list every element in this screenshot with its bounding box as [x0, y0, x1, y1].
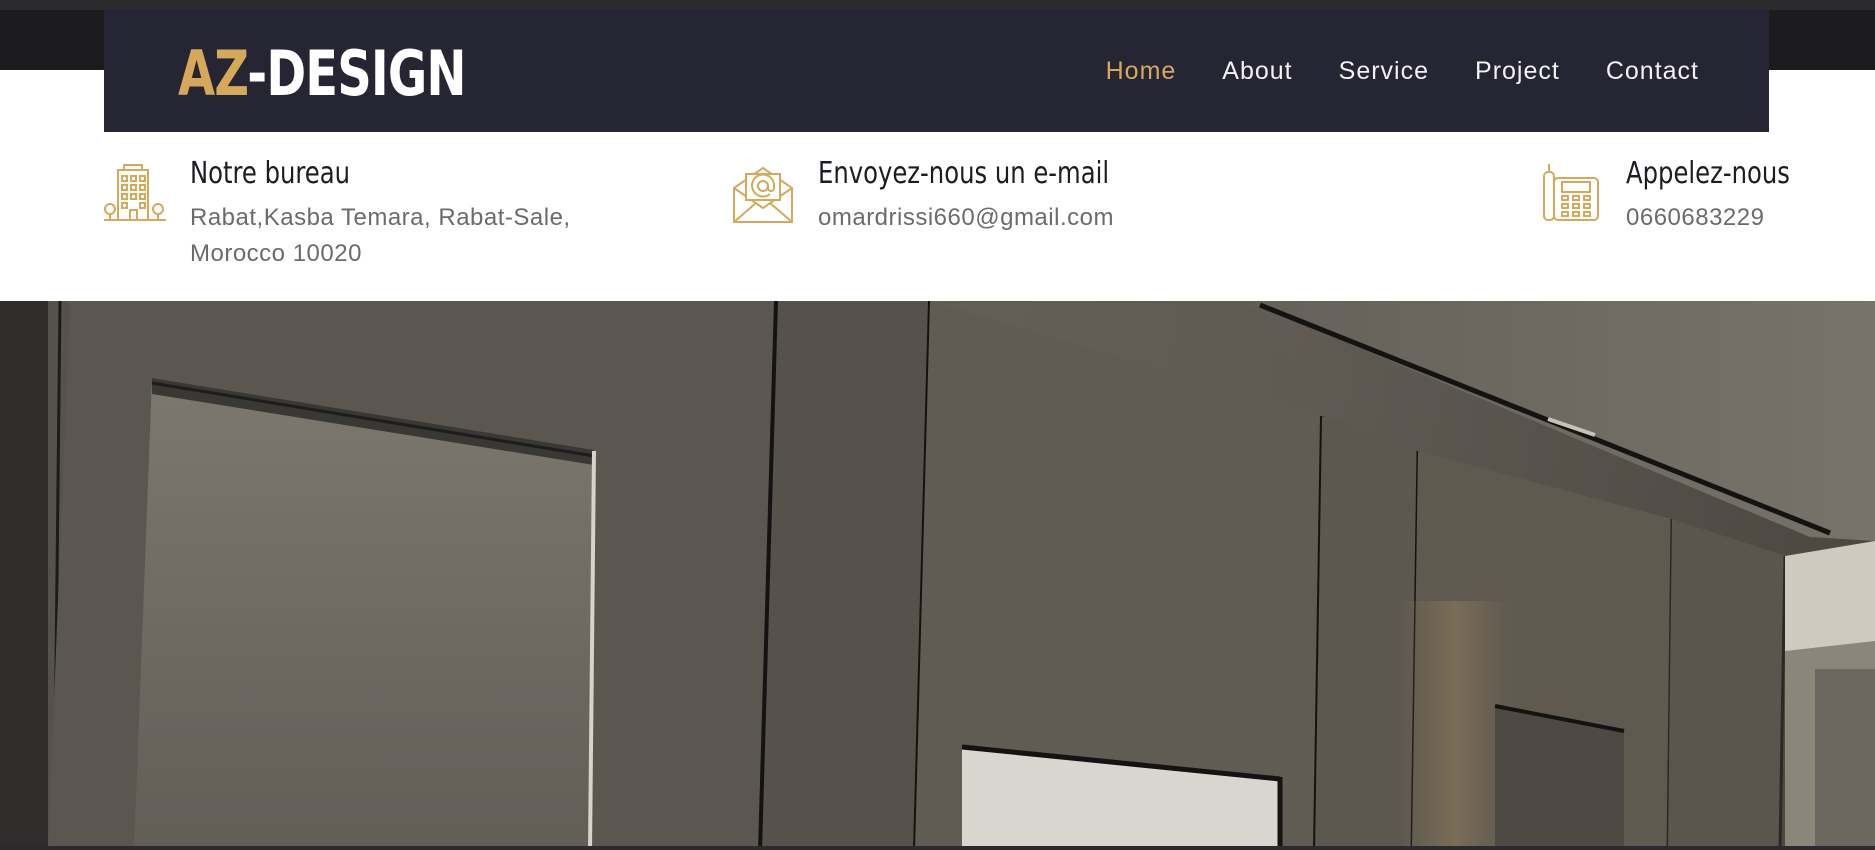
navbar: AZ-DESIGN Home About Service Project Con… [104, 10, 1769, 132]
contact-info-bar: Notre bureau Rabat,Kasba Temara, Rabat-S… [0, 132, 1875, 301]
phone-number[interactable]: 0660683229 [1626, 200, 1808, 236]
office-info: Notre bureau Rabat,Kasba Temara, Rabat-S… [104, 156, 610, 272]
logo-accent-text: AZ [178, 37, 248, 110]
main-nav: Home About Service Project Contact [1060, 57, 1699, 86]
phone-info: Appelez-nous 0660683229 [1540, 156, 1808, 236]
email-icon [732, 162, 794, 224]
office-address: Rabat,Kasba Temara, Rabat-Sale, Morocco … [190, 204, 571, 267]
email-text-group: Envoyez-nous un e-mail omardrissi660@gma… [818, 156, 1141, 236]
nav-about[interactable]: About [1222, 57, 1292, 86]
email-address[interactable]: omardrissi660@gmail.com [818, 200, 1141, 236]
phone-text-group: Appelez-nous 0660683229 [1626, 156, 1808, 236]
building-icon [104, 162, 166, 224]
phone-icon [1540, 162, 1602, 224]
logo-main-text: -DESIGN [247, 37, 466, 110]
hero-image [0, 301, 1875, 850]
phone-title: Appelez-nous [1626, 156, 1790, 191]
office-text-group: Notre bureau Rabat,Kasba Temara, Rabat-S… [190, 156, 610, 272]
nav-project[interactable]: Project [1475, 57, 1560, 86]
nav-service[interactable]: Service [1339, 57, 1429, 86]
nav-home[interactable]: Home [1106, 57, 1177, 86]
site-logo[interactable]: AZ-DESIGN [178, 43, 467, 105]
bottom-divider [0, 846, 1875, 850]
email-title: Envoyez-nous un e-mail [818, 156, 1110, 191]
email-info: Envoyez-nous un e-mail omardrissi660@gma… [732, 156, 1141, 236]
office-title: Notre bureau [190, 156, 351, 191]
nav-contact[interactable]: Contact [1606, 57, 1699, 86]
